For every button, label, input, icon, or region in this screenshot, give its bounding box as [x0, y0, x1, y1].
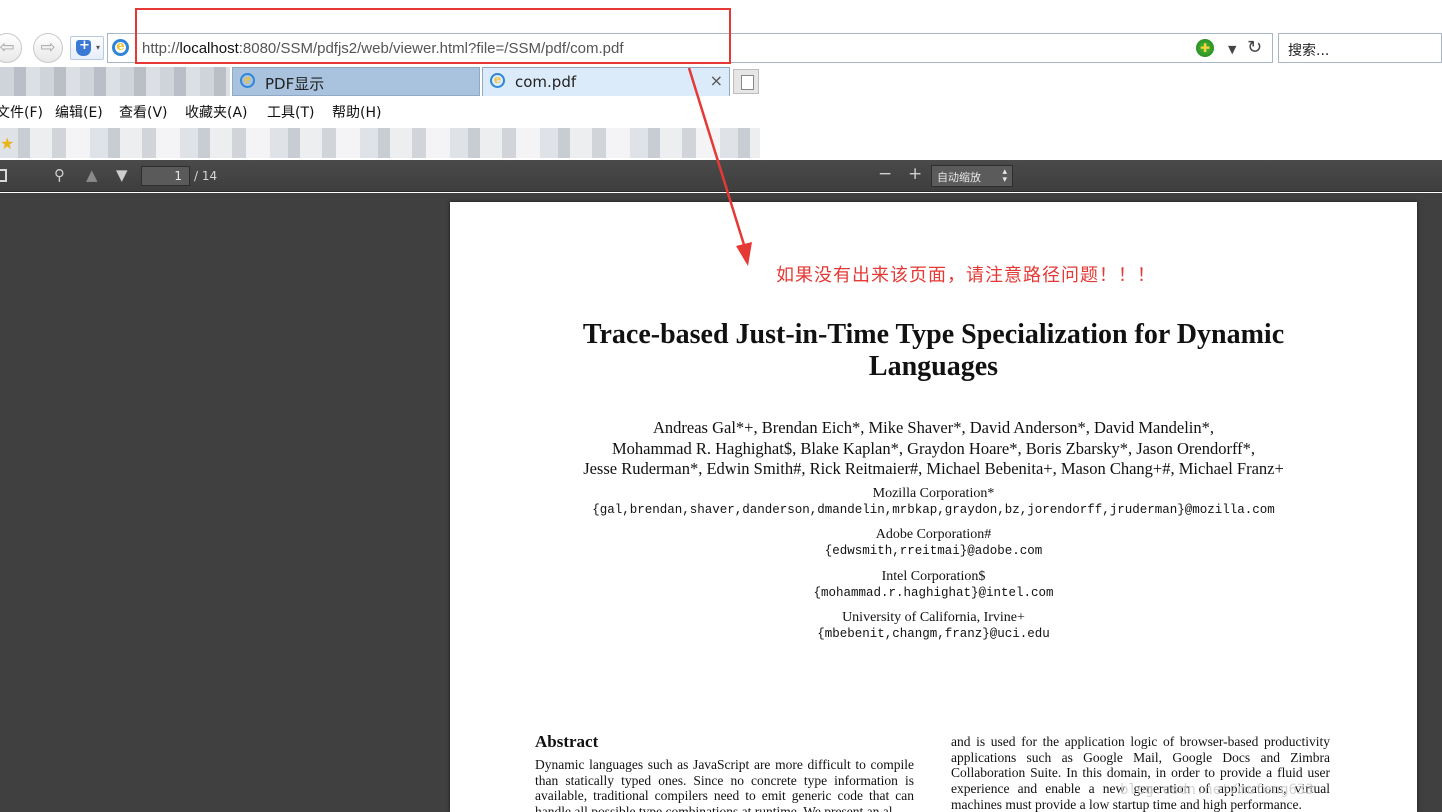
affiliation-name: Adobe Corporation#	[875, 527, 992, 542]
pdf-toolbar: ⚲ ▲ ▼ 1 / 14 − + 自动缩放 ▴ ▾	[0, 160, 1442, 192]
tab-label: com.pdf	[515, 73, 577, 91]
back-button[interactable]: ⇦	[0, 33, 22, 63]
zoom-out-icon[interactable]: −	[878, 164, 892, 184]
author-line: Jesse Ruderman*, Edwin Smith#, Rick Reit…	[583, 459, 1284, 478]
tab-label: PDF显示	[265, 75, 325, 93]
paper-title: Trace-based Just-in-Time Type Specializa…	[450, 319, 1417, 383]
search-input[interactable]: 搜索...	[1278, 33, 1442, 63]
page-number-input[interactable]: 1	[141, 166, 190, 186]
affiliation-email: {gal,brendan,shaver,danderson,dmandelin,…	[592, 503, 1275, 517]
zoom-select[interactable]: 自动缩放 ▴ ▾	[931, 165, 1013, 187]
menu-file[interactable]: 文件(F)	[0, 102, 43, 122]
address-url[interactable]: http://localhost:8080/SSM/pdfjs2/web/vie…	[142, 40, 624, 57]
favorites-star-icon[interactable]: ★	[0, 134, 14, 153]
annotation-note: 如果没有出来该页面，请注意路径问题！！！	[776, 265, 1156, 286]
menu-view[interactable]: 查看(V)	[119, 102, 168, 122]
page-count: / 14	[194, 169, 218, 183]
next-page-icon[interactable]: ▼	[116, 166, 128, 184]
affiliation-email: {edwsmith,rreitmai}@adobe.com	[824, 544, 1043, 558]
ie-icon: e	[490, 73, 505, 88]
shield-icon	[76, 38, 91, 56]
affiliation-name: University of California, Irvine+	[842, 610, 1025, 625]
search-icon[interactable]: ⚲	[54, 166, 65, 184]
abstract-heading: Abstract	[535, 732, 599, 751]
select-arrows-icon: ▴ ▾	[1002, 167, 1007, 185]
close-icon[interactable]: ×	[710, 71, 723, 90]
abstract-text-right: and is used for the application logic of…	[951, 734, 1330, 812]
menu-bar: 文件(F) 编辑(E) 查看(V) 收藏夹(A) 工具(T) 帮助(H)	[0, 98, 1442, 124]
affiliation-name: Intel Corporation$	[881, 569, 986, 584]
abstract-text-left: Dynamic languages such as JavaScript are…	[535, 757, 914, 812]
affiliation-name: Mozilla Corporation*	[872, 486, 995, 501]
address-dropdown-icon[interactable]: ▼	[1228, 43, 1236, 56]
menu-help[interactable]: 帮助(H)	[332, 102, 381, 122]
new-tab-button[interactable]	[733, 69, 759, 94]
paper-title-line: Languages	[868, 351, 999, 382]
zoom-in-icon[interactable]: +	[908, 164, 922, 184]
author-line: Andreas Gal*+, Brendan Eich*, Mike Shave…	[652, 418, 1215, 437]
menu-tools[interactable]: 工具(T)	[267, 102, 314, 122]
forward-button[interactable]: ⇨	[33, 33, 63, 63]
author-list: Andreas Gal*+, Brendan Eich*, Mike Shave…	[450, 418, 1417, 480]
ie-icon: e	[240, 73, 255, 88]
chevron-down-icon: ▾	[95, 43, 100, 52]
tab-strip: e PDF显示 e com.pdf ×	[0, 67, 1442, 96]
author-line: Mohammad R. Haghighat$, Blake Kaplan*, G…	[611, 438, 1256, 458]
affiliation-email: {mohammad.r.haghighat}@intel.com	[813, 586, 1054, 600]
address-bar[interactable]: e http://localhost:8080/SSM/pdfjs2/web/v…	[107, 33, 1273, 63]
sidebar-toggle-icon[interactable]	[0, 169, 7, 182]
menu-edit[interactable]: 编辑(E)	[55, 102, 103, 122]
zoom-label: 自动缩放	[937, 171, 981, 184]
tab-blurred[interactable]	[0, 67, 230, 96]
menu-favorites[interactable]: 收藏夹(A)	[185, 102, 248, 122]
tab-com-pdf[interactable]: e com.pdf ×	[482, 67, 730, 96]
favorites-bar-blurred	[0, 128, 760, 158]
previous-page-icon[interactable]: ▲	[86, 166, 98, 184]
refresh-icon[interactable]: ↻	[1247, 37, 1262, 58]
affiliation-email: {mbebenit,changm,franz}@uci.edu	[817, 627, 1050, 641]
tab-pdf-display[interactable]: e PDF显示	[232, 67, 480, 96]
ie-icon: e	[112, 39, 129, 56]
pdf-page[interactable]: 如果没有出来该页面，请注意路径问题！！！ Trace-based Just-in…	[450, 202, 1417, 812]
watermark: blog.csdn.net/mufeng633	[1120, 782, 1314, 798]
compatibility-button[interactable]: ▾	[70, 36, 104, 60]
compatibility-view-icon[interactable]: ✚	[1196, 39, 1214, 57]
paper-title-line: Trace-based Just-in-Time Type Specializa…	[582, 319, 1285, 350]
